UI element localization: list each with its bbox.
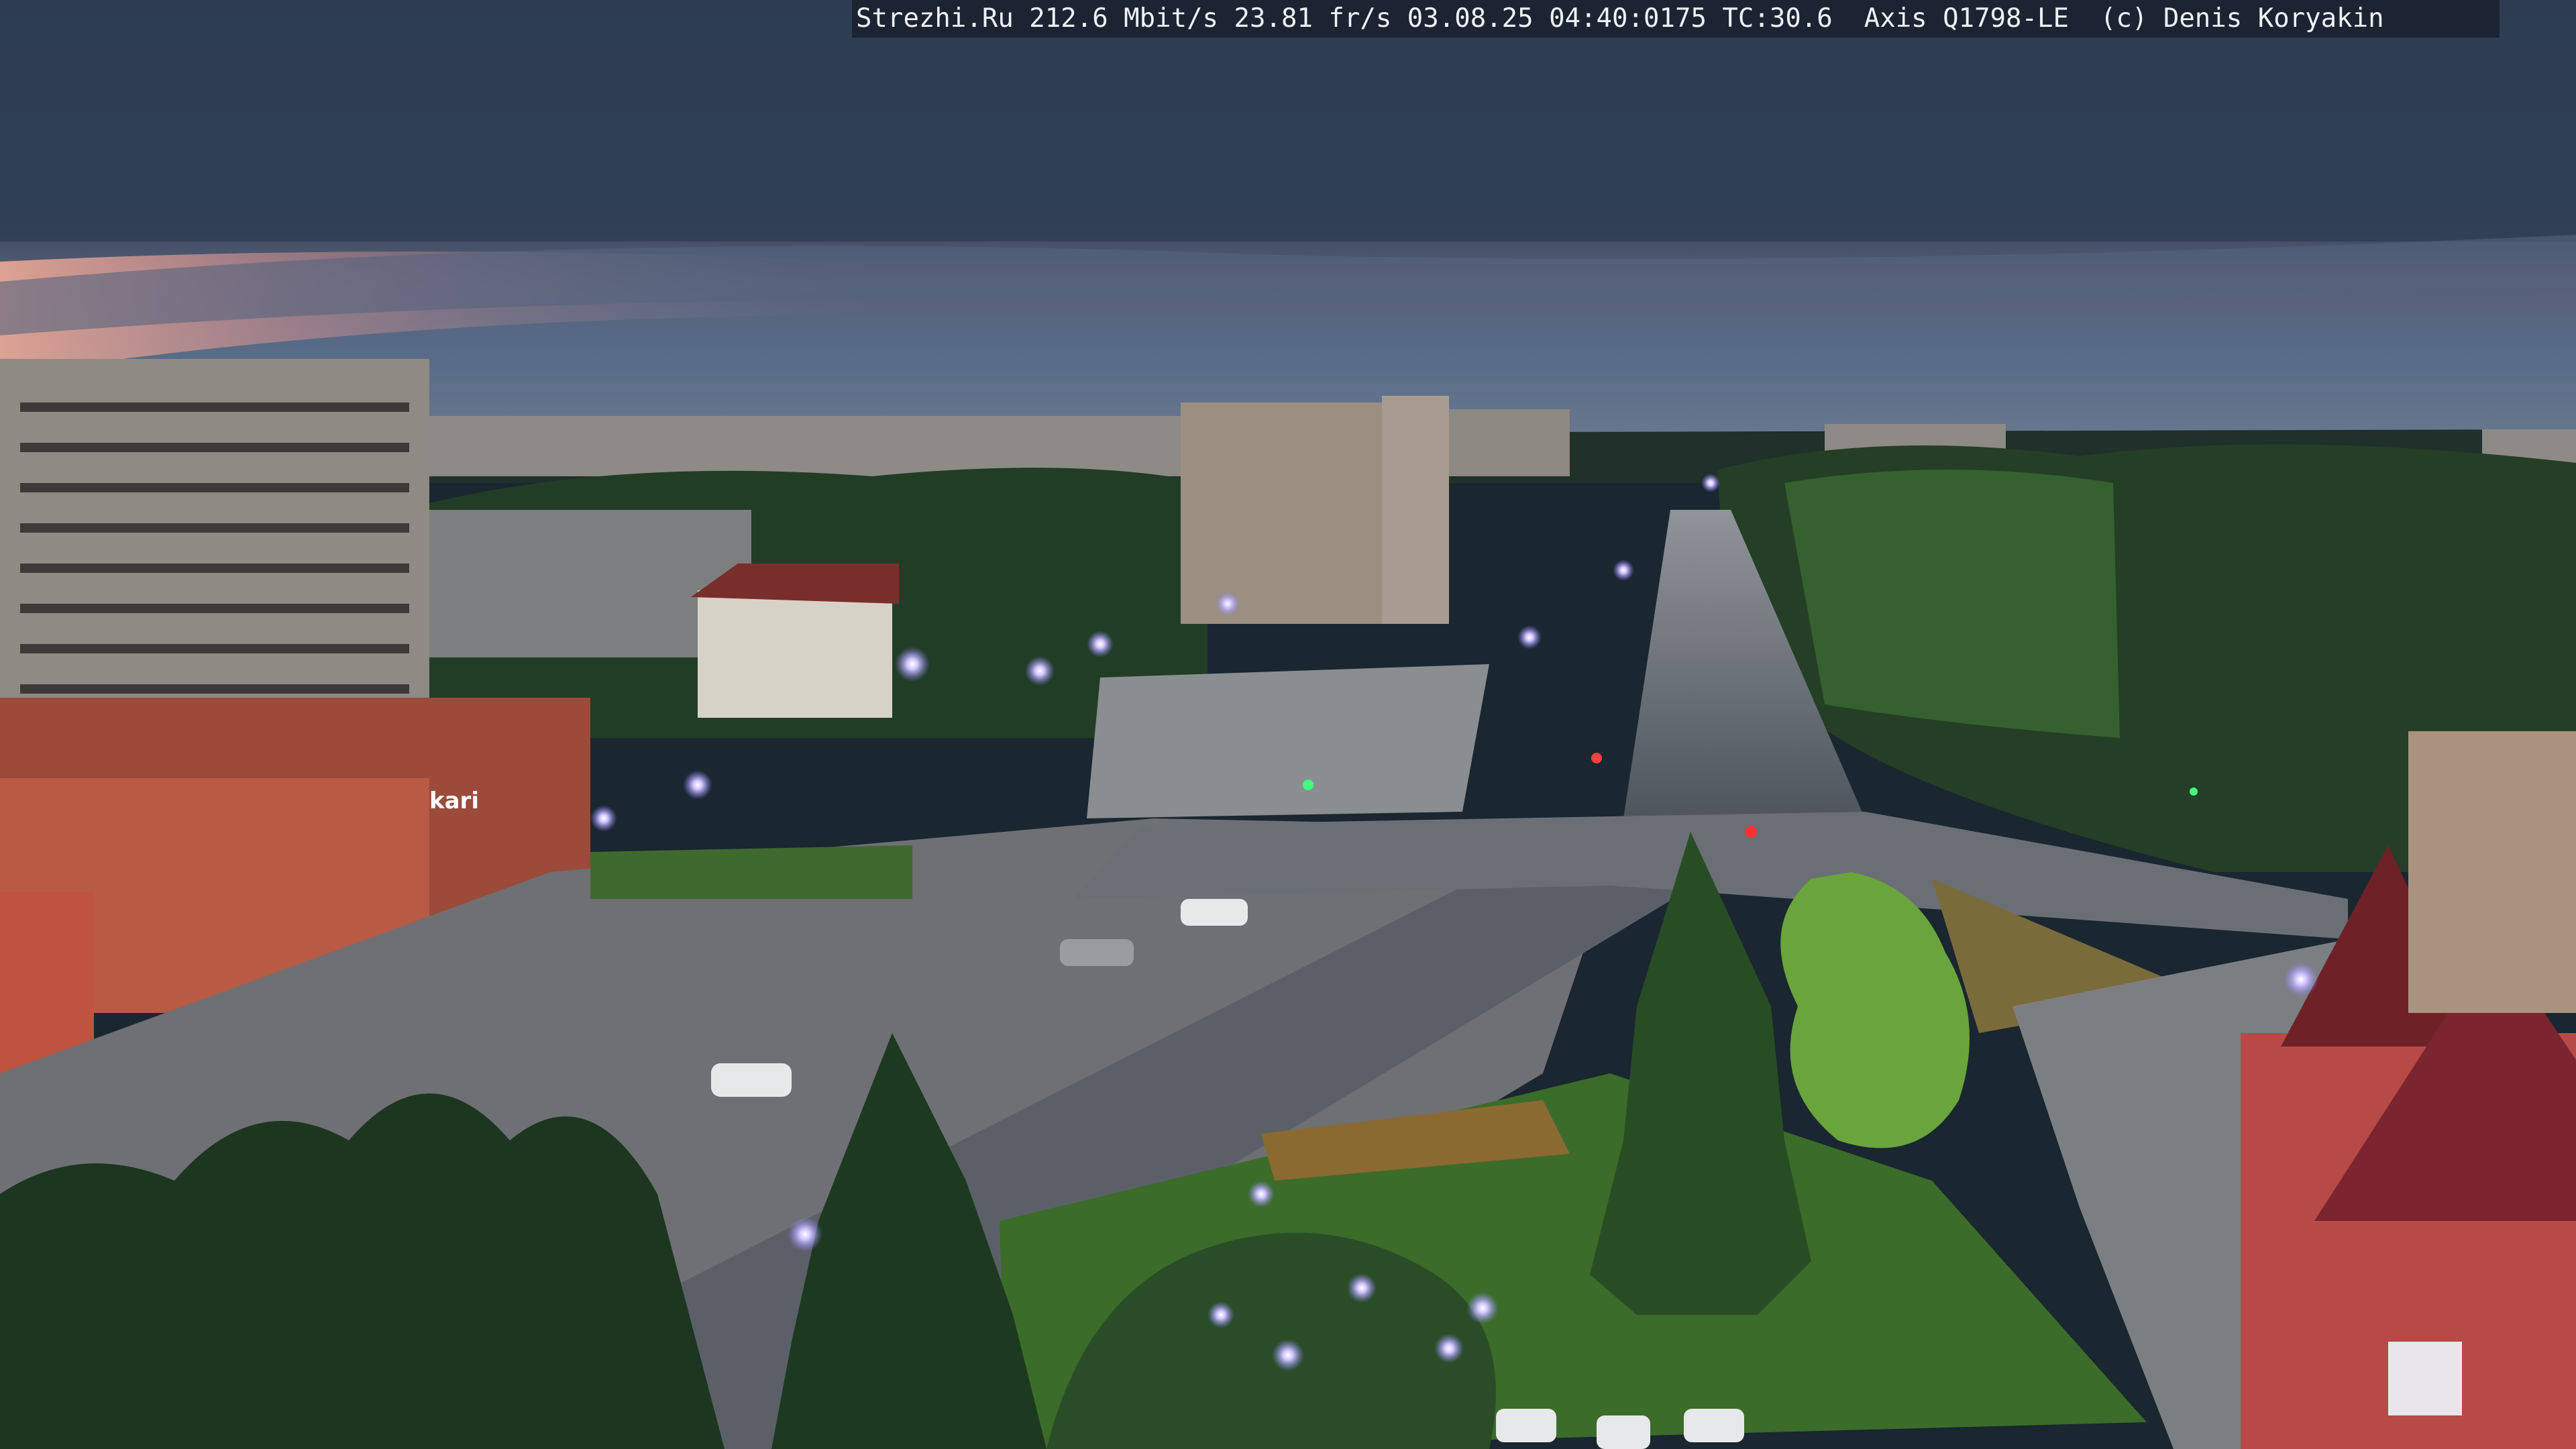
central-building-right-wing	[1449, 409, 1570, 476]
webcam-scene: kari	[0, 0, 2576, 1449]
red-roof-house	[698, 590, 892, 718]
right-glass-building	[2408, 731, 2576, 1013]
lit-birch-tree	[1780, 872, 1970, 1148]
upper-square	[1087, 664, 1489, 818]
mall-sign: kari	[429, 788, 479, 814]
central-building-tower	[1382, 396, 1449, 624]
plaza-lawn	[590, 845, 912, 899]
right-building-window	[2388, 1342, 2462, 1415]
right-forest-lit	[1784, 470, 2120, 738]
camera-info-overlay: Strezhi.Ru 212.6 Mbit/s 23.81 fr/s 03.08…	[852, 0, 2500, 38]
